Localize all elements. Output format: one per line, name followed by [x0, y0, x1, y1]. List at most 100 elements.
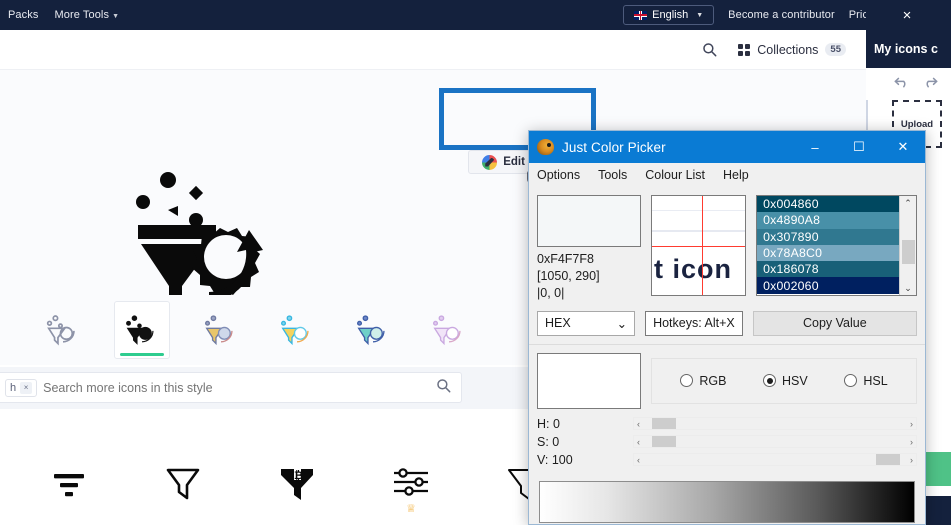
radio-hsl[interactable]: HSL — [844, 373, 888, 388]
radio-rgb[interactable]: RGB — [680, 374, 726, 388]
thumbnail-variant-5[interactable] — [424, 305, 474, 355]
jcp-body: 0xF4F7F8 [1050, 290] |0, 0| t icon 0x004… — [529, 187, 925, 523]
premium-crown-icon: ♕ — [406, 503, 416, 515]
cursor-offset: |0, 0| — [537, 285, 565, 300]
channel-v: V: 100 ‹ › — [537, 451, 917, 469]
color-list-item-1[interactable]: 0x4890A8 — [757, 212, 899, 229]
search-icon[interactable] — [436, 378, 451, 398]
search-chip-label: h — [10, 381, 17, 394]
current-color-swatch — [537, 195, 641, 247]
thumbnail-variant-0[interactable] — [38, 305, 88, 355]
upload-label: Upload — [900, 118, 934, 130]
search-input[interactable] — [43, 380, 430, 395]
channel-s-thumb[interactable] — [652, 436, 676, 448]
result-icon-0[interactable] — [40, 447, 98, 517]
redo-icon[interactable] — [922, 75, 938, 94]
maximize-button[interactable]: ☐ — [837, 131, 881, 163]
slider-right-icon[interactable]: › — [907, 455, 916, 465]
menu-colour-list[interactable]: Colour List — [645, 168, 705, 182]
scroll-up-icon[interactable]: ⌃ — [904, 196, 912, 210]
channel-v-label: V: 100 — [537, 452, 573, 467]
undo-icon[interactable] — [894, 75, 910, 94]
close-button[interactable]: ✕ — [881, 131, 925, 163]
channel-s: S: 0 ‹ › — [537, 433, 917, 451]
hotkeys-label: Hotkeys: Alt+X — [653, 316, 735, 331]
close-icon[interactable]: × — [898, 6, 916, 24]
channel-h-thumb[interactable] — [652, 418, 676, 430]
jcp-top-row: 0xF4F7F8 [1050, 290] |0, 0| t icon 0x004… — [537, 195, 917, 302]
copy-value-button[interactable]: Copy Value — [752, 310, 917, 336]
language-label: English — [652, 9, 689, 21]
current-hex-value: 0xF4F7F8 — [537, 252, 594, 266]
minimize-button[interactable]: – — [793, 131, 837, 163]
jcp-mode-row: RGB HSV HSL — [537, 352, 917, 409]
color-list-item-5[interactable]: 0x002060 — [757, 277, 899, 294]
slider-left-icon[interactable]: ‹ — [634, 419, 643, 429]
hsv-channel-sliders: H: 0 ‹ › S: 0 ‹ › V: 100 ‹ › — [537, 415, 917, 469]
color-list-item-4[interactable]: 0x186078 — [757, 261, 899, 278]
collections-button[interactable]: Collections 55 — [728, 37, 856, 63]
channel-v-slider[interactable]: ‹ › — [633, 453, 917, 467]
slider-right-icon[interactable]: › — [907, 419, 916, 429]
search-box[interactable]: h × — [0, 372, 462, 403]
slider-left-icon[interactable]: ‹ — [634, 455, 643, 465]
thumbnail-variant-4[interactable] — [348, 305, 398, 355]
channel-h-slider[interactable]: ‹ › — [633, 417, 917, 431]
brightness-gradient-strip[interactable] — [539, 480, 915, 523]
jcp-titlebar[interactable]: Just Color Picker – ☐ ✕ — [529, 131, 925, 163]
color-list-item-2[interactable]: 0x307890 — [757, 228, 899, 245]
channel-h-label: H: 0 — [537, 416, 560, 431]
nav-link-contributor[interactable]: Become a contributor — [728, 9, 835, 21]
search-filter-chip[interactable]: h × — [5, 378, 38, 397]
color-list[interactable]: 0x004860 0x4890A8 0x307890 0x78A8C0 0x186078… — [756, 195, 917, 296]
nav-link-more-tools[interactable]: More Tools ▼ — [54, 9, 119, 21]
current-color-info: 0xF4F7F8 [1050, 290] |0, 0| — [537, 251, 641, 302]
jcp-swatch-column: 0xF4F7F8 [1050, 290] |0, 0| — [537, 195, 641, 302]
menu-tools[interactable]: Tools — [598, 168, 627, 182]
cursor-coordinates: [1050, 290] — [537, 268, 600, 283]
scroll-down-icon[interactable]: ⌄ — [904, 281, 912, 295]
color-list-scrollbar[interactable]: ⌃ ⌄ — [899, 196, 916, 295]
result-icon-1[interactable] — [154, 447, 212, 517]
hotkeys-field[interactable]: Hotkeys: Alt+X — [645, 310, 743, 336]
result-icon-2[interactable]: ₿ — [268, 447, 326, 517]
editor-title: My icons c — [866, 30, 951, 68]
result-icon-3[interactable]: ♕ — [382, 447, 440, 517]
format-select[interactable]: HEX ⌄ — [537, 310, 636, 336]
collections-count-badge: 55 — [825, 42, 846, 57]
uk-flag-icon — [634, 10, 648, 20]
nav-link-packs[interactable]: Packs — [8, 9, 38, 21]
thumbnail-variant-1[interactable] — [114, 301, 170, 359]
top-navigation-bar: Packs More Tools ▼ English ▼ Become a con… — [0, 0, 951, 30]
magnifier-preview: t icon — [651, 195, 747, 296]
thumbnail-variant-3[interactable] — [272, 305, 322, 355]
menu-options[interactable]: Options — [537, 168, 580, 182]
jcp-menubar: Options Tools Colour List Help — [529, 163, 925, 187]
close-icon[interactable]: × — [20, 381, 33, 394]
jcp-window-buttons: – ☐ ✕ — [793, 131, 925, 163]
radio-hsl-label: HSL — [863, 373, 888, 388]
thumbnail-variant-2[interactable] — [196, 305, 246, 355]
color-list-items: 0x004860 0x4890A8 0x307890 0x78A8C0 0x186078… — [757, 196, 899, 295]
topnav-left-links: Packs More Tools ▼ — [8, 9, 119, 21]
chevron-down-icon: ⌄ — [616, 316, 628, 331]
just-color-picker-window: Just Color Picker – ☐ ✕ Options Tools Co… — [528, 130, 926, 525]
language-selector[interactable]: English ▼ — [623, 5, 715, 25]
channel-v-thumb[interactable] — [876, 454, 900, 466]
color-mode-group: RGB HSV HSL — [651, 357, 917, 404]
radio-hsl-ring — [844, 374, 858, 388]
nav-link-packs-label: Packs — [8, 9, 39, 21]
slider-right-icon[interactable]: › — [907, 437, 916, 447]
color-list-item-0[interactable]: 0x004860 — [757, 196, 899, 213]
scrollbar-thumb[interactable] — [902, 240, 915, 264]
copy-value-label: Copy Value — [802, 316, 867, 331]
channel-s-slider[interactable]: ‹ › — [633, 435, 917, 449]
menu-help[interactable]: Help — [723, 168, 749, 182]
jcp-window-title: Just Color Picker — [562, 139, 666, 155]
magnifier-text: t icon — [654, 254, 732, 284]
channel-s-label: S: 0 — [537, 434, 560, 449]
search-icon[interactable] — [692, 31, 726, 69]
radio-hsv[interactable]: HSV — [763, 374, 808, 388]
color-list-item-3[interactable]: 0x78A8C0 — [757, 244, 899, 262]
slider-left-icon[interactable]: ‹ — [634, 437, 643, 447]
